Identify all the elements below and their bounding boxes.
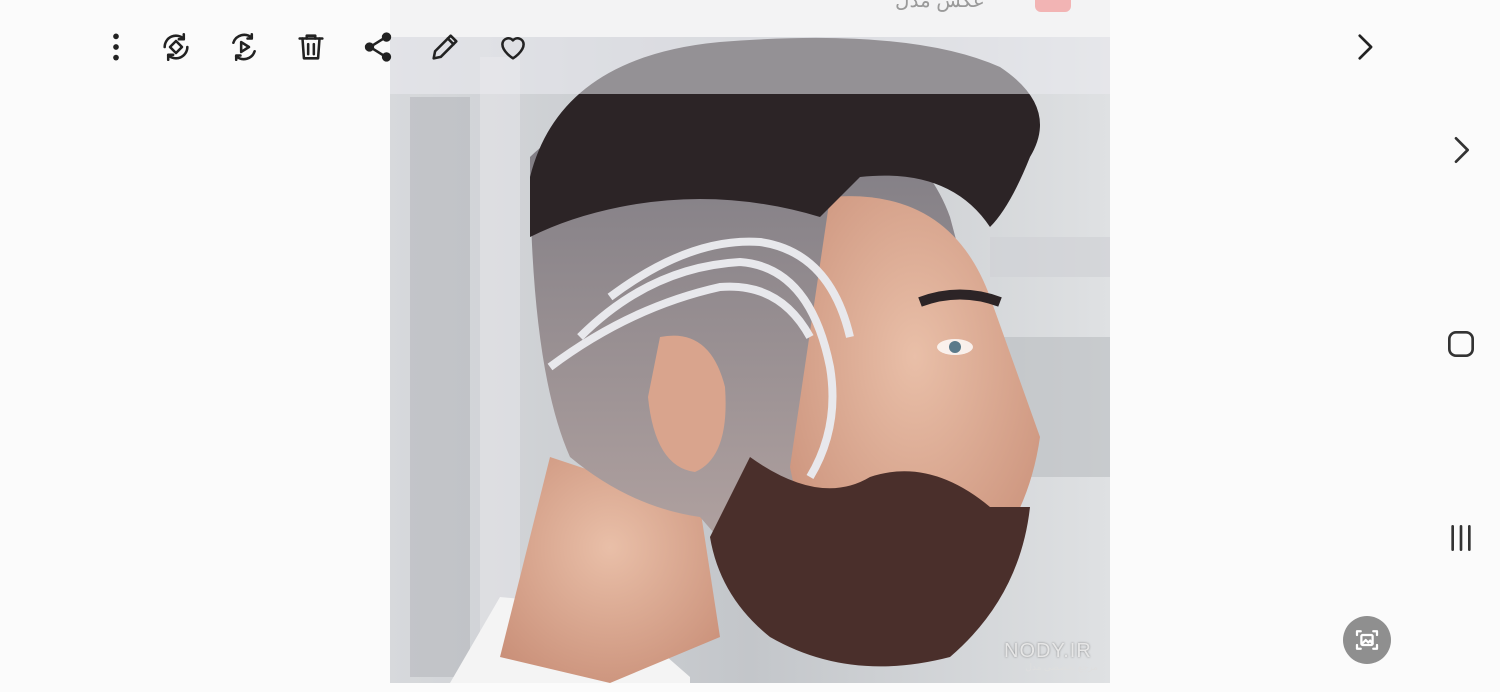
recent-apps-icon[interactable] [1425,508,1497,568]
forward-icon[interactable] [1425,120,1497,180]
rotate-icon[interactable] [152,23,200,71]
main-photo[interactable] [390,37,1110,683]
share-icon[interactable] [354,23,402,71]
screenshot-capture-icon [1355,630,1379,650]
delete-icon[interactable] [287,23,335,71]
home-icon[interactable] [1425,314,1497,374]
favorite-icon[interactable] [489,23,537,71]
watermark-text: NODY.IR [1004,640,1092,662]
haircut-photo-illustration [390,37,1110,683]
edit-icon[interactable] [421,23,469,71]
watermark-subtext: مرجع تخصصی مدل [1025,662,1098,672]
viewer-toolbar [0,0,1420,95]
chevron-right-icon[interactable] [1340,23,1388,71]
screenshot-capture-button[interactable] [1343,616,1391,664]
video-play-icon[interactable] [220,23,268,71]
more-options-icon[interactable] [92,23,140,71]
